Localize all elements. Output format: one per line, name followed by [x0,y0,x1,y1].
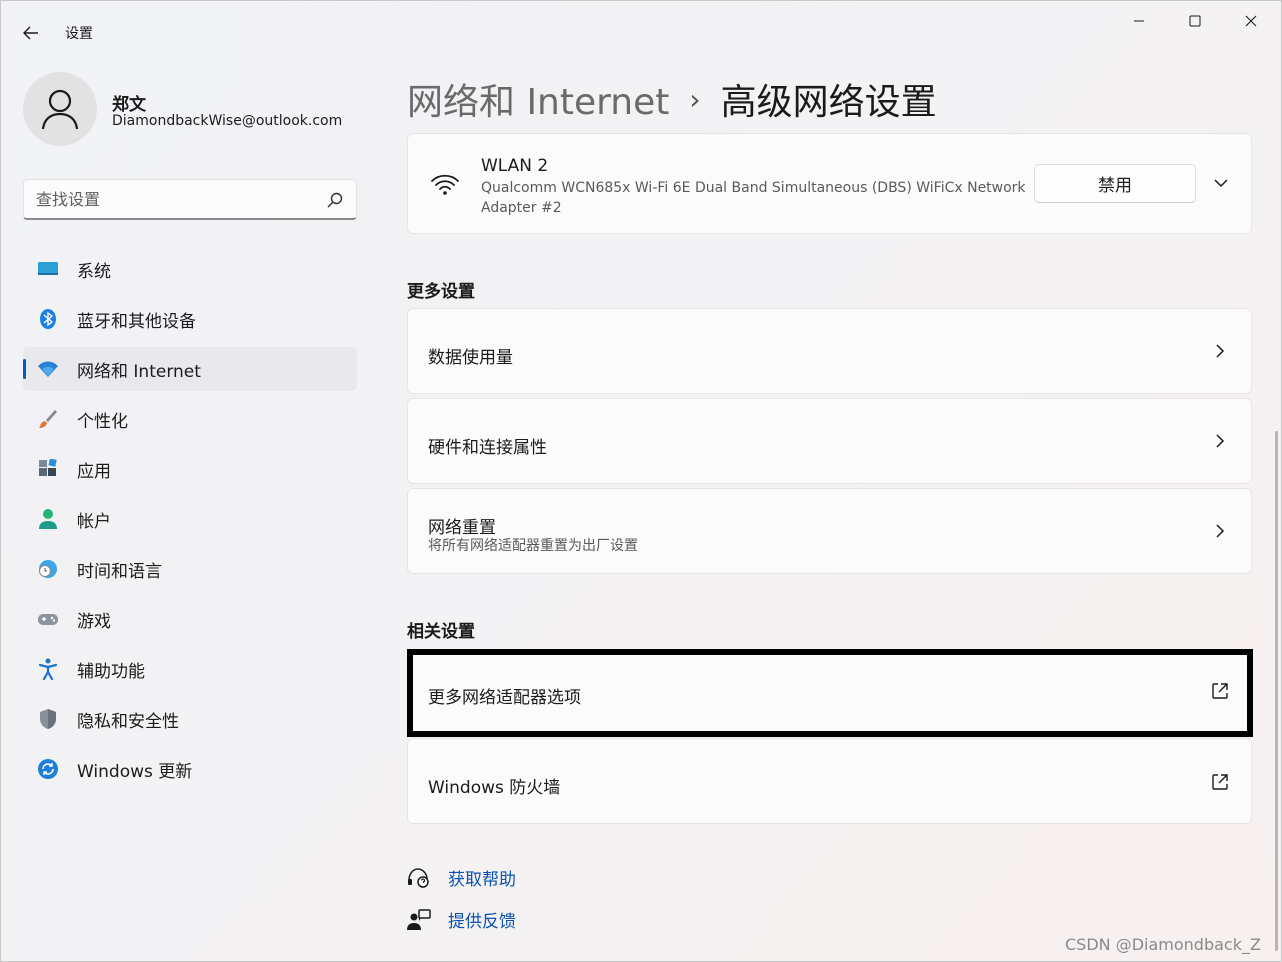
feedback-icon [407,908,431,930]
apps-icon [37,458,59,480]
windows-firewall-row[interactable]: Windows 防火墙 [407,738,1252,824]
search-input[interactable] [24,180,356,218]
sidebar-item-system[interactable]: 系统 [23,247,357,291]
sidebar-item-label: 帐户 [77,511,111,532]
sidebar-item-time-language[interactable]: 时间和语言 [23,547,357,591]
help-icon [408,867,429,888]
sidebar-item-accounts[interactable]: 帐户 [23,497,357,541]
adapter-description: Qualcomm WCN685x Wi-Fi 6E Dual Band Simu… [481,180,1026,216]
chevron-right-icon [1216,434,1225,448]
breadcrumb-separator: › [689,82,701,116]
sidebar-item-label: 时间和语言 [77,561,162,582]
sidebar-item-personalization[interactable]: 个性化 [23,397,357,441]
sidebar-item-privacy[interactable]: 隐私和安全性 [23,697,357,741]
adapter-card: WLAN 2 Qualcomm WCN685x Wi-Fi 6E Dual Ba… [407,133,1252,234]
system-icon [37,258,59,280]
external-link-icon [1212,683,1228,699]
sidebar-item-network[interactable]: 网络和 Internet [23,347,357,391]
search-box[interactable] [23,179,357,220]
more-settings-title: 更多设置 [407,282,475,302]
related-settings-title: 相关设置 [407,622,475,642]
minimize-button[interactable] [1111,1,1167,41]
get-help-label: 获取帮助 [448,870,516,890]
sidebar-item-bluetooth[interactable]: 蓝牙和其他设备 [23,297,357,341]
give-feedback-link[interactable]: 提供反馈 [407,907,516,932]
network-reset-row[interactable]: 网络重置 将所有网络适配器重置为出厂设置 [407,488,1252,574]
back-arrow-icon [23,26,38,40]
hardware-properties-row[interactable]: 硬件和连接属性 [407,398,1252,484]
back-button[interactable] [15,19,47,47]
wifi-icon [431,174,459,195]
get-help-link[interactable]: 获取帮助 [407,865,516,890]
sidebar-item-label: 蓝牙和其他设备 [77,311,196,332]
give-feedback-label: 提供反馈 [448,912,516,932]
maximize-button[interactable] [1167,1,1223,41]
maximize-icon [1189,15,1201,27]
row-title: 更多网络适配器选项 [428,688,581,708]
user-email: DiamondbackWise@outlook.com [112,113,343,129]
globe-clock-icon [37,558,59,580]
chevron-down-icon[interactable] [1210,172,1232,194]
data-usage-row[interactable]: 数据使用量 [407,308,1252,394]
row-title: 数据使用量 [428,348,513,368]
breadcrumb: 网络和 Internet › 高级网络设置 [407,73,937,125]
brush-icon [37,408,59,430]
settings-window: 设置 郑文 DiamondbackWise@outlook.com 系统 蓝牙和… [0,0,1282,962]
watermark: CSDN @Diamondback_Z [1065,935,1261,954]
wifi-network-icon [37,358,59,380]
sidebar-item-windows-update[interactable]: Windows 更新 [23,747,357,791]
close-button[interactable] [1223,1,1279,41]
adapter-name: WLAN 2 [481,156,549,176]
sidebar-nav: 系统 蓝牙和其他设备 网络和 Internet 个性化 应用 帐户 时间和语言 [23,247,357,797]
shield-icon [37,708,59,730]
sidebar-item-label: 应用 [77,461,111,482]
user-name: 郑文 [112,95,146,115]
gamepad-icon [37,608,59,630]
sidebar-item-label: 系统 [77,261,111,282]
sidebar-item-label: 个性化 [77,411,128,432]
accessibility-icon [37,658,59,680]
more-adapter-options-row[interactable]: 更多网络适配器选项 [407,650,1252,736]
app-title: 设置 [65,26,93,42]
avatar[interactable] [23,72,97,146]
external-link-icon [1212,774,1228,790]
sidebar-item-accessibility[interactable]: 辅助功能 [23,647,357,691]
update-icon [37,758,59,780]
disable-adapter-button[interactable]: 禁用 [1034,164,1196,203]
sidebar-item-label: 网络和 Internet [77,361,201,382]
account-icon [37,508,59,530]
minimize-icon [1134,20,1144,22]
close-icon [1245,15,1257,27]
page-title: 高级网络设置 [720,82,937,123]
sidebar-item-label: 辅助功能 [77,661,145,682]
row-subtitle: 将所有网络适配器重置为出厂设置 [428,538,638,554]
breadcrumb-parent[interactable]: 网络和 Internet [407,73,669,125]
row-title: 硬件和连接属性 [428,438,547,458]
sidebar-item-gaming[interactable]: 游戏 [23,597,357,641]
sidebar-item-label: Windows 更新 [77,761,193,782]
row-title: Windows 防火墙 [428,778,561,798]
sidebar-item-apps[interactable]: 应用 [23,447,357,491]
scrollbar[interactable] [1275,431,1278,951]
sidebar-item-label: 游戏 [77,611,111,632]
sidebar-item-label: 隐私和安全性 [77,711,179,732]
chevron-right-icon [1216,524,1225,538]
search-icon[interactable] [326,191,344,209]
user-icon [41,89,79,130]
chevron-right-icon [1216,344,1225,358]
bluetooth-icon [37,308,59,330]
